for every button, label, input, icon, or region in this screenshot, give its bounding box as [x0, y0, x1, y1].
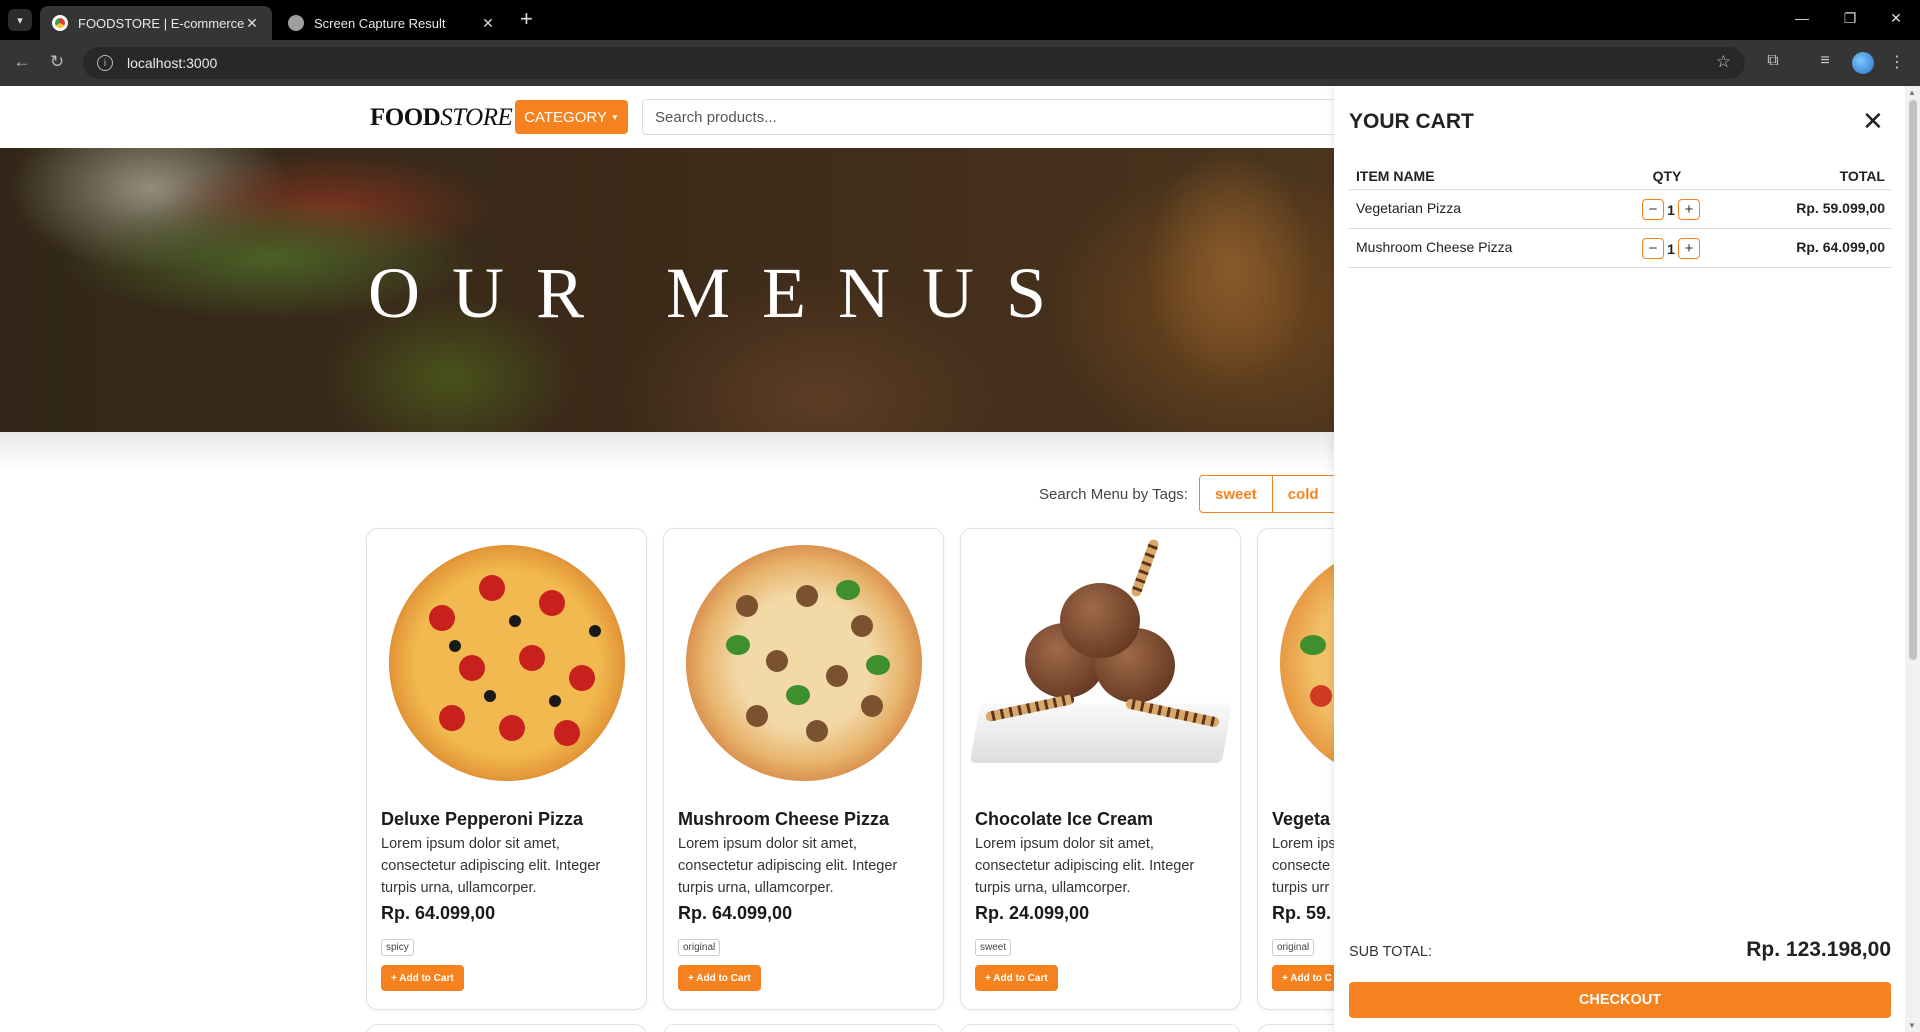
tags-label: Search Menu by Tags: [1039, 486, 1188, 503]
browser-tab-screen-capture[interactable]: Screen Capture Result ✕ [276, 6, 508, 40]
product-tag[interactable]: sweet [975, 939, 1012, 956]
site-info-icon[interactable]: i [97, 55, 113, 71]
extensions-icon[interactable]: ⧉ [1762, 52, 1784, 70]
page-viewport: FOODSTORE CATEGORY ▼ OUR MENUS Search Me… [0, 86, 1905, 1032]
minimize-icon[interactable]: — [1792, 10, 1812, 26]
scroll-down-icon[interactable]: ▼ [1908, 1021, 1916, 1030]
quantity-value: 1 [1667, 240, 1675, 257]
product-price: Rp. 59. [1272, 903, 1332, 923]
checkout-button[interactable]: CHECKOUT [1349, 982, 1891, 1018]
product-description: Lorem ipsum dolor sit amet, consectetur … [975, 836, 1195, 896]
scrollbar-thumb[interactable] [1909, 100, 1917, 660]
product-description: Lorem ips consecte turpis urr [1272, 836, 1336, 896]
product-tag[interactable]: original [1272, 939, 1315, 956]
site-logo[interactable]: FOODSTORE [370, 104, 513, 132]
product-price: Rp. 24.099,00 [975, 903, 1090, 923]
product-card[interactable] [366, 1024, 647, 1032]
bookmark-star-icon[interactable]: ☆ [1716, 52, 1731, 72]
increase-qty-button[interactable]: + [1678, 199, 1700, 220]
profile-avatar-icon[interactable] [1852, 52, 1874, 74]
add-to-cart-button[interactable]: + Add to Cart [975, 965, 1058, 991]
cart-item-name: Mushroom Cheese Pizza [1356, 239, 1513, 255]
cart-table-header: ITEM NAME QTY TOTAL [1349, 162, 1891, 190]
cart-row: Vegetarian Pizza − 1 + Rp. 59.099,00 [1349, 190, 1891, 229]
add-to-cart-button[interactable]: + Add to Cart [678, 965, 761, 991]
quantity-stepper: − 1 + [1642, 199, 1700, 220]
more-menu-icon[interactable]: ⋮ [1886, 52, 1908, 72]
product-name: Chocolate Ice Cream [975, 809, 1154, 829]
logo-bold-text: FOOD [370, 104, 441, 131]
close-tab-icon[interactable]: ✕ [480, 15, 496, 32]
new-tab-icon[interactable]: + [520, 8, 533, 30]
column-qty: QTY [1652, 168, 1682, 184]
cart-drawer: YOUR CART ✕ ITEM NAME QTY TOTAL Vegetari… [1334, 86, 1905, 1032]
increase-qty-button[interactable]: + [1678, 238, 1700, 259]
cart-row: Mushroom Cheese Pizza − 1 + Rp. 64.099,0… [1349, 229, 1891, 268]
product-price: Rp. 64.099,00 [678, 903, 793, 923]
product-image [969, 538, 1233, 783]
product-name: Mushroom Cheese Pizza [678, 809, 890, 829]
product-name: Deluxe Pepperoni Pizza [381, 809, 584, 829]
browser-tab-foodstore[interactable]: FOODSTORE | E-commerce App ✕ [40, 6, 272, 40]
product-card[interactable]: Deluxe Pepperoni Pizza Lorem ipsum dolor… [366, 528, 647, 1010]
close-tab-icon[interactable]: ✕ [244, 15, 260, 32]
column-item-name: ITEM NAME [1356, 168, 1435, 184]
column-total: TOTAL [1839, 168, 1885, 184]
category-dropdown-button[interactable]: CATEGORY ▼ [515, 100, 628, 134]
scroll-up-icon[interactable]: ▲ [1908, 88, 1916, 97]
cart-item-total: Rp. 64.099,00 [1796, 239, 1885, 255]
media-controls-icon[interactable]: ≡ [1814, 52, 1836, 70]
product-image [381, 543, 633, 783]
category-label: CATEGORY [524, 108, 607, 126]
decrease-qty-button[interactable]: − [1642, 238, 1664, 259]
tab-title: Screen Capture Result [314, 15, 446, 31]
decrease-qty-button[interactable]: − [1642, 199, 1664, 220]
product-tag[interactable]: original [678, 939, 721, 956]
address-bar[interactable]: i localhost:3000 ☆ [83, 47, 1745, 79]
product-name: Vegeta [1272, 809, 1331, 829]
close-icon[interactable]: ✕ [1862, 108, 1884, 134]
hero-title: OUR MENUS [368, 253, 1079, 333]
quantity-value: 1 [1667, 201, 1675, 218]
add-to-cart-button[interactable]: + Add to Cart [381, 965, 464, 991]
product-card[interactable]: Mushroom Cheese Pizza Lorem ipsum dolor … [663, 528, 944, 1010]
product-price: Rp. 64.099,00 [381, 903, 496, 923]
logo-italic-text: STORE [440, 104, 513, 131]
cart-item-total: Rp. 59.099,00 [1796, 200, 1885, 216]
subtotal-value: Rp. 123.198,00 [1746, 938, 1891, 961]
reload-icon[interactable]: ↻ [46, 52, 68, 72]
window-close-icon[interactable]: ✕ [1886, 10, 1906, 27]
restore-icon[interactable]: ❐ [1840, 10, 1860, 27]
product-description: Lorem ipsum dolor sit amet, consectetur … [678, 836, 898, 896]
browser-tab-bar: ▾ FOODSTORE | E-commerce App ✕ Screen Ca… [0, 0, 1920, 40]
url-text: localhost:3000 [127, 55, 218, 71]
tag-button-cold[interactable]: cold [1272, 475, 1335, 513]
page-scrollbar[interactable]: ▲ ▼ [1905, 86, 1920, 1032]
chrome-favicon-icon [52, 15, 68, 31]
back-icon[interactable]: ← [11, 52, 33, 72]
tab-search-menu-icon[interactable]: ▾ [8, 9, 32, 31]
product-card[interactable] [663, 1024, 944, 1032]
cart-title: YOUR CART [1349, 110, 1474, 133]
tag-button-sweet[interactable]: sweet [1199, 475, 1273, 513]
subtotal-label: SUB TOTAL: [1349, 944, 1432, 960]
address-toolbar: ← ↻ i localhost:3000 ☆ ⧉ ≡ ⋮ [0, 40, 1920, 86]
add-to-cart-button[interactable]: + Add to C [1272, 965, 1342, 991]
product-tag[interactable]: spicy [381, 939, 414, 956]
tag-button-group: sweet cold [1199, 475, 1335, 513]
quantity-stepper: − 1 + [1642, 238, 1700, 259]
cart-item-name: Vegetarian Pizza [1356, 200, 1462, 216]
product-card[interactable] [960, 1024, 1241, 1032]
search-input[interactable] [642, 99, 1402, 135]
camera-favicon-icon [288, 15, 304, 31]
tab-title: FOODSTORE | E-commerce App [78, 15, 244, 31]
caret-down-icon: ▼ [610, 112, 619, 122]
product-description: Lorem ipsum dolor sit amet, consectetur … [381, 836, 601, 896]
product-card[interactable]: Chocolate Ice Cream Lorem ipsum dolor si… [960, 528, 1241, 1010]
product-image [678, 543, 930, 783]
